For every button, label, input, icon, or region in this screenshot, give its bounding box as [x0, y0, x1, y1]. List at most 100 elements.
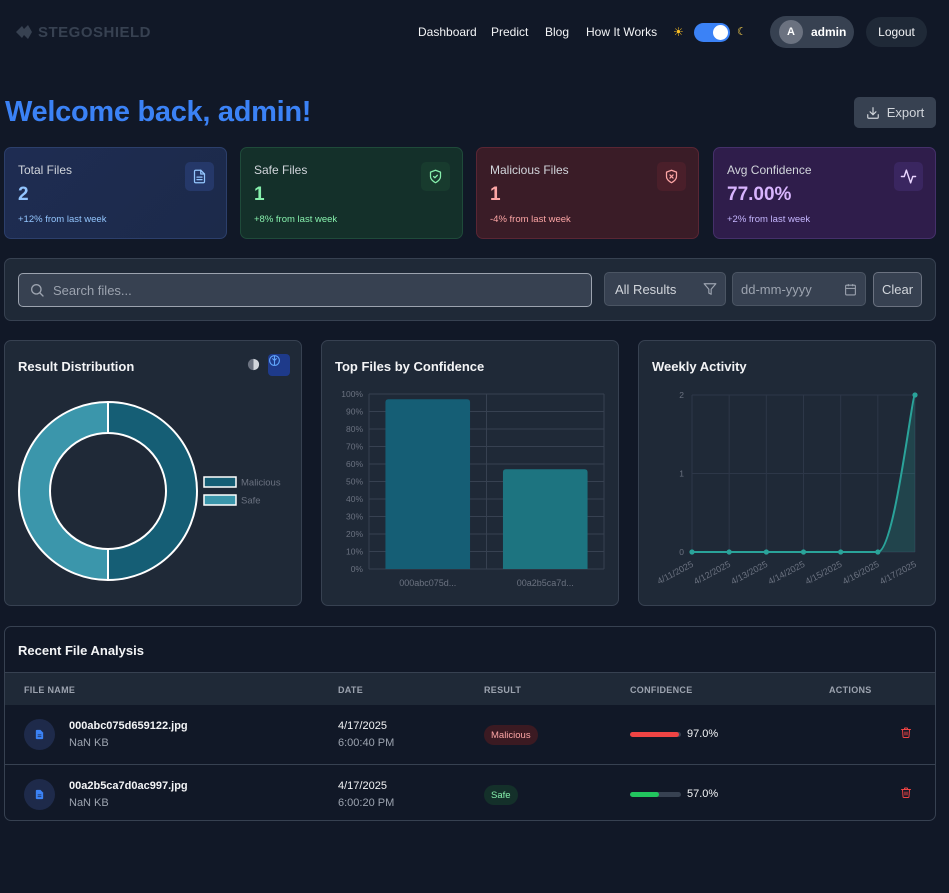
top-files-panel: Top Files by Confidence 0% 10% 20% 30% 40% 50…: [321, 340, 619, 606]
clear-button[interactable]: Clear: [873, 272, 922, 307]
table-row[interactable]: 00a2b5ca7d0ac997.jpg NaN KB 4/17/2025 6:…: [5, 764, 935, 820]
activity-icon: [894, 162, 923, 191]
x-tick-label: 4/12/2025: [692, 559, 732, 587]
stat-label: Safe Files: [254, 163, 308, 177]
stat-label: Malicious Files: [490, 163, 569, 177]
brand-logo[interactable]: STEGOSHIELD: [14, 22, 151, 42]
nav-blog[interactable]: Blog: [545, 25, 569, 39]
y-tick-label: 10%: [346, 547, 363, 557]
delete-icon[interactable]: [900, 726, 912, 739]
y-tick-label: 80%: [346, 424, 363, 434]
column-header[interactable]: RESULT: [484, 685, 521, 695]
stat-card-avg-confidence: Avg Confidence 77.00% +2% from last week: [713, 147, 936, 239]
table-title: Recent File Analysis: [18, 643, 144, 658]
column-header[interactable]: DATE: [338, 685, 363, 695]
status-badge: Safe: [484, 785, 518, 805]
stat-delta: +8% from last week: [254, 214, 338, 225]
donut-chart: Malicious Safe: [18, 400, 281, 582]
stat-card-safe-files: Safe Files 1 +8% from last week: [240, 147, 463, 239]
y-tick-label: 2: [679, 390, 684, 400]
donut-slice-malicious: [107, 400, 198, 582]
search-box[interactable]: [18, 273, 592, 307]
confidence-bar: [630, 792, 681, 797]
result-filter-value: All Results: [615, 281, 677, 297]
confidence-value: 97.0%: [687, 728, 719, 740]
y-tick-label: 50%: [346, 477, 363, 487]
x-tick-label: 4/11/2025: [655, 559, 694, 586]
download-icon: [866, 106, 879, 119]
nav-predict[interactable]: Predict: [491, 25, 528, 39]
x-tick-label: 4/17/2025: [878, 559, 918, 587]
x-tick-label: 000abc075d...: [399, 578, 456, 588]
data-point: [763, 549, 769, 555]
theme-toggle[interactable]: [694, 23, 730, 42]
sun-icon: ☀: [673, 25, 684, 39]
stat-delta: +12% from last week: [18, 214, 107, 225]
table-row[interactable]: 000abc075d659122.jpg NaN KB 4/17/2025 6:…: [5, 705, 935, 764]
shield-check-icon: [421, 162, 450, 191]
toggle-knob: [713, 25, 728, 40]
stat-card-total-files: Total Files 2 +12% from last week: [4, 147, 227, 239]
search-icon: [31, 284, 44, 297]
y-tick-label: 90%: [346, 407, 363, 417]
y-tick-label: 20%: [346, 529, 363, 539]
page-title: Welcome back, admin!: [5, 96, 312, 128]
data-point: [875, 549, 881, 555]
logo-icon: [16, 25, 32, 39]
line-chart: 0124/11/20254/12/20254/13/20254/14/20254…: [655, 390, 918, 587]
stat-card-malicious-files: Malicious Files 1 -4% from last week: [476, 147, 699, 239]
y-tick-label: 30%: [346, 512, 363, 522]
bar-chart: 0% 10% 20% 30% 40% 50% 60% 70% 80% 90% 100% 000abc0…: [341, 389, 605, 588]
data-point: [726, 549, 732, 555]
stat-value: 1: [254, 184, 265, 205]
file-icon: [24, 719, 55, 750]
file-date: 4/17/2025: [338, 720, 387, 732]
recent-files-table: Recent File Analysis FILE NAME DATE RESU…: [4, 626, 936, 821]
x-tick-label: 4/14/2025: [766, 559, 806, 587]
stat-delta: +2% from last week: [727, 214, 811, 225]
column-header[interactable]: CONFIDENCE: [630, 685, 693, 695]
column-header[interactable]: FILE NAME: [24, 685, 75, 695]
user-name: admin: [811, 25, 847, 39]
date-filter-input[interactable]: dd-mm-yyyy: [732, 272, 866, 306]
delete-icon[interactable]: [900, 786, 912, 799]
y-tick-label: 70%: [346, 442, 363, 452]
user-menu[interactable]: A admin: [770, 16, 854, 48]
status-badge: Malicious: [484, 725, 538, 745]
search-input[interactable]: [53, 282, 553, 298]
nav-how-it-works[interactable]: How It Works: [586, 25, 657, 39]
table-header: FILE NAME DATE RESULT CONFIDENCE ACTIONS: [5, 672, 935, 705]
stat-label: Total Files: [18, 163, 73, 177]
nav-dashboard[interactable]: Dashboard: [418, 25, 477, 39]
column-header: ACTIONS: [829, 685, 872, 695]
confidence-bar: [630, 732, 681, 737]
stat-value: 2: [18, 184, 29, 205]
export-label: Export: [886, 105, 925, 120]
moon-icon: ☾: [737, 26, 747, 38]
export-button[interactable]: Export: [854, 97, 936, 128]
x-tick-label: 4/16/2025: [841, 559, 881, 587]
bar: [502, 469, 588, 569]
y-tick-label: 0: [679, 547, 684, 557]
legend-label: Malicious: [241, 478, 281, 489]
stat-label: Avg Confidence: [727, 163, 812, 177]
logout-button[interactable]: Logout: [866, 17, 927, 47]
x-tick-label: 00a2b5ca7d...: [517, 578, 574, 588]
result-distribution-panel: Result Distribution Malicious Safe: [4, 340, 302, 606]
y-tick-label: 0%: [351, 564, 364, 574]
data-point: [912, 392, 918, 398]
brand-name: STEGOSHIELD: [38, 23, 152, 41]
file-time: 6:00:20 PM: [338, 797, 395, 809]
legend-label: Safe: [241, 496, 261, 507]
file-icon: [24, 779, 55, 810]
confidence-value: 57.0%: [687, 788, 719, 800]
legend-swatch: [203, 494, 237, 506]
donut-slice-safe: [18, 400, 109, 582]
weekly-activity-panel: Weekly Activity 0 1 2 4/11/2025 4/12/2025 4/1…: [638, 340, 936, 606]
stat-value: 77.00%: [727, 184, 792, 205]
legend-swatch: [203, 476, 237, 488]
data-point: [800, 549, 807, 555]
data-point: [689, 549, 695, 555]
result-filter-select[interactable]: All Results: [604, 272, 726, 306]
calendar-icon[interactable]: [844, 283, 857, 296]
